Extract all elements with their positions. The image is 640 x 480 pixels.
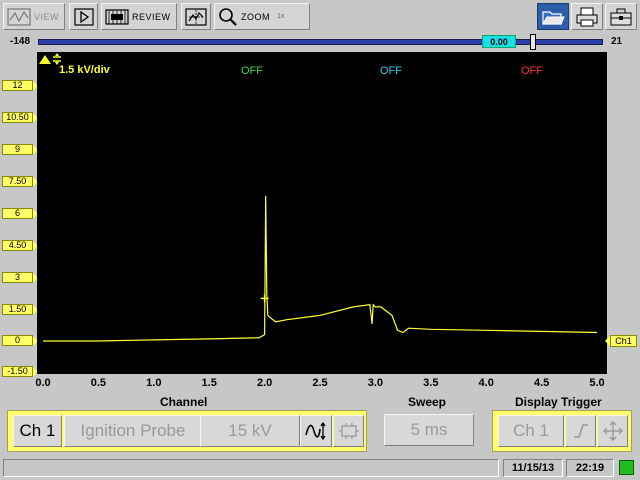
y-axis-label: 9 — [2, 144, 38, 155]
x-tick-label: 2.0 — [256, 377, 273, 389]
ch2-state: OFF — [241, 65, 263, 77]
x-tick-label: 3.5 — [423, 377, 439, 389]
slider-handle[interactable] — [530, 34, 536, 50]
print-button[interactable] — [571, 3, 603, 30]
trigger-channel-button[interactable]: Ch 1 — [498, 415, 564, 447]
status-indicator-icon — [619, 460, 634, 475]
rising-edge-icon — [573, 424, 588, 438]
x-tick-label: 1.5 — [201, 377, 217, 389]
sweep-controls: 5 ms — [383, 410, 475, 452]
y-axis-label: 3 — [2, 272, 38, 283]
coupling-icon — [305, 421, 326, 441]
filter-button[interactable] — [333, 415, 364, 447]
view-button[interactable]: VIEW — [3, 3, 65, 30]
status-bar: 11/15/13 22:19 — [0, 456, 640, 480]
channel-select-button[interactable]: Ch 1 — [13, 415, 62, 447]
review-icon — [105, 8, 129, 25]
trigger-title: Display Trigger — [515, 395, 602, 409]
toolbox-icon — [610, 8, 632, 25]
y-axis-label: 1.50 — [2, 304, 38, 315]
probe-icon — [39, 53, 61, 65]
trigger-position-button[interactable] — [597, 415, 628, 447]
coupling-button[interactable] — [300, 415, 332, 447]
play-icon — [73, 7, 94, 26]
open-button[interactable] — [537, 3, 569, 30]
y-axis-label: 0 — [2, 335, 38, 346]
status-message — [3, 459, 499, 477]
range-button[interactable]: 15 kV — [200, 415, 300, 447]
status-time: 22:19 — [566, 459, 614, 477]
folder-icon — [542, 10, 565, 25]
x-tick-label: 0.0 — [35, 377, 51, 389]
trigger-slope-button[interactable] — [565, 415, 596, 447]
trigger-controls: Ch 1 — [492, 410, 632, 452]
move-icon — [602, 421, 623, 441]
cursor-button[interactable] — [181, 3, 211, 30]
channel-title: Channel — [160, 395, 208, 409]
ch1-marker[interactable]: Ch1 — [605, 335, 637, 347]
view-icon — [7, 7, 31, 26]
zoom-icon — [219, 7, 237, 26]
ch3-state: OFF — [380, 65, 402, 77]
status-date: 11/15/13 — [503, 459, 563, 477]
x-tick-label: 1.0 — [146, 377, 162, 389]
x-tick-label: 3.0 — [367, 377, 384, 389]
sweep-button[interactable]: 5 ms — [384, 414, 474, 446]
scope-display[interactable]: 1.5 kV/div OFF OFF OFF — [37, 52, 607, 374]
trigger-position-slider[interactable]: -148 0.00 21 — [0, 34, 640, 50]
y-axis-label: -1.50 — [2, 366, 38, 377]
toolbar: VIEW REVIEW ZOOM 1x — [0, 0, 640, 34]
ch4-state: OFF — [521, 65, 543, 77]
slider-value: 0.00 — [482, 35, 516, 48]
slider-max: 21 — [611, 36, 623, 47]
zoom-button[interactable]: ZOOM 1x — [214, 3, 310, 30]
play-button[interactable] — [69, 3, 98, 30]
x-tick-label: 0.5 — [90, 377, 107, 389]
zoom-level: 1x — [277, 13, 285, 20]
ch1-trace — [43, 195, 598, 342]
y-axis-label: 12 — [2, 80, 38, 91]
channel-controls: Ch 1 Ignition Probe 15 kV — [7, 410, 367, 452]
toolbox-button[interactable] — [605, 3, 637, 30]
print-icon — [576, 7, 598, 26]
zoom-label: ZOOM — [241, 11, 270, 22]
filter-icon — [338, 423, 359, 439]
sweep-title: Sweep — [408, 395, 447, 409]
probe-button[interactable]: Ignition Probe — [64, 415, 202, 447]
x-tick-label: 4.0 — [478, 377, 494, 389]
slider-min: -148 — [10, 36, 31, 47]
slider-track[interactable] — [38, 39, 603, 45]
review-label: REVIEW — [132, 11, 171, 22]
y-axis-label: 7.50 — [2, 176, 38, 187]
y-axis-label: 6 — [2, 208, 38, 219]
y-axis-label: 4.50 — [2, 240, 38, 251]
y-axis-label: 10.50 — [2, 112, 38, 123]
view-label: VIEW — [34, 11, 60, 22]
waveform-plot — [43, 195, 598, 342]
x-tick-label: 5.0 — [589, 377, 605, 389]
x-tick-label: 2.5 — [312, 377, 328, 389]
x-tick-label: 4.5 — [533, 377, 550, 389]
review-button[interactable]: REVIEW — [101, 3, 177, 30]
cursor-icon — [185, 7, 207, 26]
